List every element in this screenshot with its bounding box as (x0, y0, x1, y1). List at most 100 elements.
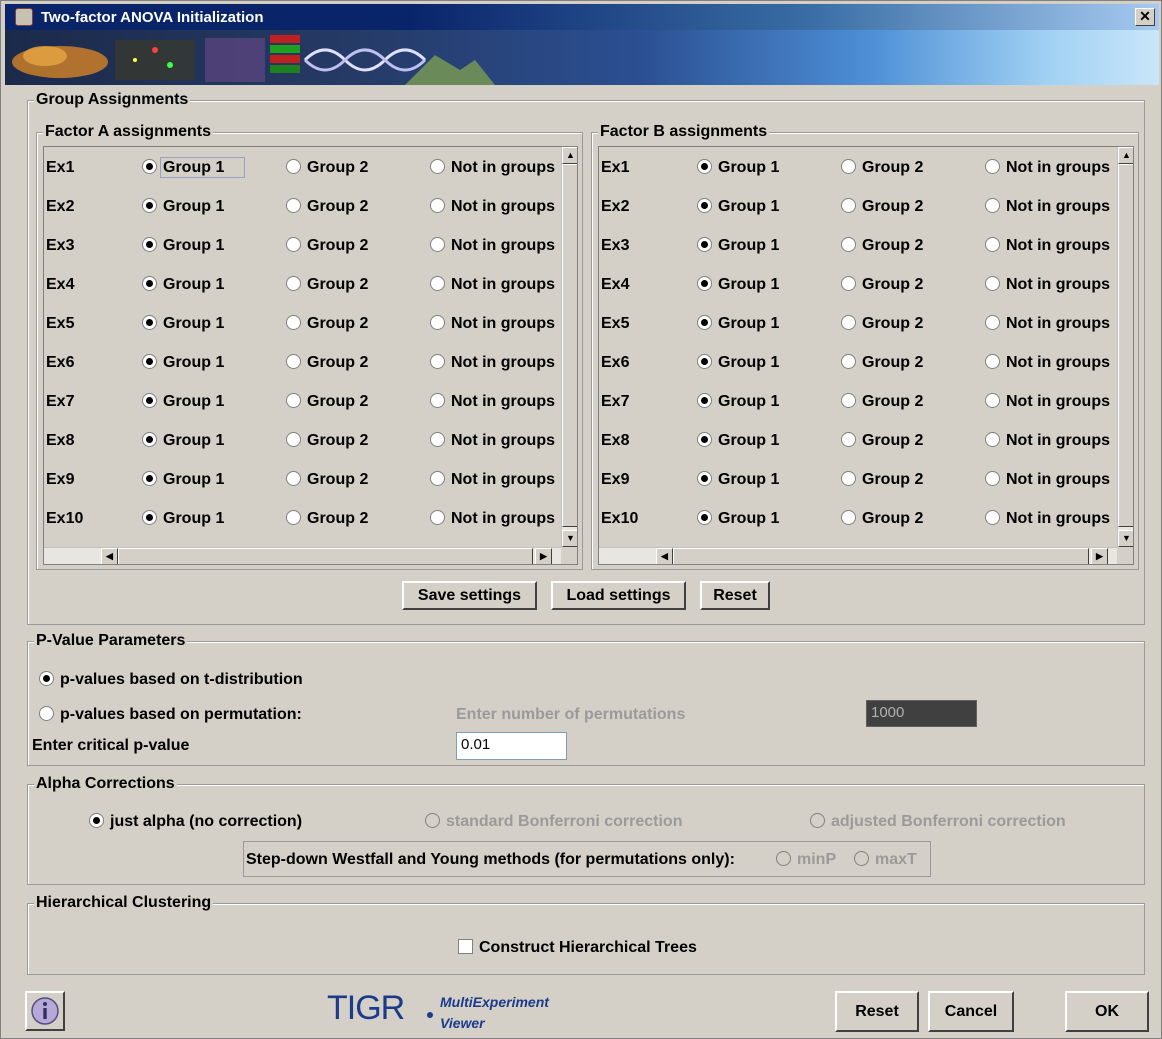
group-2-radio[interactable] (841, 510, 856, 525)
reset-groups-button[interactable]: Reset (700, 581, 770, 610)
factor-b-vertical-scrollbar[interactable]: ▲ ▼ (1117, 147, 1133, 547)
group-1-radio[interactable] (697, 510, 712, 525)
group-2-radio[interactable] (841, 276, 856, 291)
adjusted-bonferroni-option[interactable]: adjusted Bonferroni correction (810, 813, 1066, 831)
group-1-radio[interactable] (142, 237, 157, 252)
not-in-groups-radio[interactable] (985, 393, 1000, 408)
scroll-left-button[interactable]: ◀ (101, 548, 118, 564)
close-button[interactable]: ✕ (1135, 8, 1155, 26)
group-2-option[interactable]: Group 2 (286, 276, 368, 294)
group-2-radio[interactable] (841, 393, 856, 408)
group-2-radio[interactable] (841, 315, 856, 330)
factor-a-vertical-scrollbar[interactable]: ▲ ▼ (561, 147, 577, 547)
group-2-radio[interactable] (286, 237, 301, 252)
group-1-radio[interactable] (697, 237, 712, 252)
standard-bonferroni-radio[interactable] (425, 813, 440, 828)
factor-a-horizontal-scrollbar[interactable]: ◀ ▶ (44, 547, 561, 564)
permutation-radio[interactable] (39, 706, 54, 721)
group-2-option[interactable]: Group 2 (841, 471, 923, 489)
group-1-radio[interactable] (142, 510, 157, 525)
construct-trees-option[interactable]: Construct Hierarchical Trees (458, 939, 697, 957)
reset-button[interactable]: Reset (835, 991, 919, 1032)
group-1-option[interactable]: Group 1 (142, 393, 224, 411)
not-in-groups-radio[interactable] (430, 510, 445, 525)
adjusted-bonferroni-radio[interactable] (810, 813, 825, 828)
group-1-option[interactable]: Group 1 (142, 471, 224, 489)
group-1-option[interactable]: Group 1 (697, 432, 779, 450)
not-in-groups-radio[interactable] (985, 159, 1000, 174)
not-in-groups-radio[interactable] (985, 510, 1000, 525)
group-2-option[interactable]: Group 2 (841, 237, 923, 255)
group-2-option[interactable]: Group 2 (286, 510, 368, 528)
group-2-option[interactable]: Group 2 (286, 471, 368, 489)
group-1-option[interactable]: Group 1 (142, 432, 224, 450)
group-2-radio[interactable] (286, 354, 301, 369)
group-2-radio[interactable] (286, 510, 301, 525)
horizontal-scroll-thumb[interactable] (673, 548, 1089, 564)
group-1-option[interactable]: Group 1 (142, 157, 246, 178)
group-2-option[interactable]: Group 2 (286, 159, 368, 177)
group-2-radio[interactable] (286, 315, 301, 330)
group-2-option[interactable]: Group 2 (841, 354, 923, 372)
not-in-groups-radio[interactable] (985, 198, 1000, 213)
group-2-radio[interactable] (286, 432, 301, 447)
minp-option[interactable]: minP (776, 851, 836, 869)
t-distribution-radio[interactable] (39, 671, 54, 686)
group-1-radio[interactable] (697, 432, 712, 447)
group-2-radio[interactable] (841, 159, 856, 174)
not-in-groups-radio[interactable] (430, 432, 445, 447)
not-in-groups-option[interactable]: Not in groups (985, 471, 1110, 489)
not-in-groups-option[interactable]: Not in groups (430, 198, 555, 216)
not-in-groups-radio[interactable] (985, 471, 1000, 486)
not-in-groups-option[interactable]: Not in groups (430, 276, 555, 294)
maxt-option[interactable]: maxT (854, 851, 917, 869)
not-in-groups-radio[interactable] (430, 237, 445, 252)
group-1-radio[interactable] (697, 198, 712, 213)
group-1-radio[interactable] (142, 159, 157, 174)
not-in-groups-option[interactable]: Not in groups (430, 510, 555, 528)
standard-bonferroni-option[interactable]: standard Bonferroni correction (425, 813, 682, 831)
not-in-groups-radio[interactable] (430, 276, 445, 291)
group-2-option[interactable]: Group 2 (286, 393, 368, 411)
not-in-groups-option[interactable]: Not in groups (985, 198, 1110, 216)
not-in-groups-radio[interactable] (430, 393, 445, 408)
info-button[interactable] (25, 991, 65, 1031)
group-2-option[interactable]: Group 2 (841, 393, 923, 411)
group-1-radio[interactable] (142, 393, 157, 408)
group-2-radio[interactable] (286, 471, 301, 486)
not-in-groups-option[interactable]: Not in groups (985, 510, 1110, 528)
group-2-option[interactable]: Group 2 (841, 276, 923, 294)
group-2-option[interactable]: Group 2 (286, 315, 368, 333)
not-in-groups-option[interactable]: Not in groups (985, 315, 1110, 333)
not-in-groups-radio[interactable] (985, 432, 1000, 447)
horizontal-scroll-thumb[interactable] (118, 548, 533, 564)
group-1-option[interactable]: Group 1 (697, 510, 779, 528)
not-in-groups-option[interactable]: Not in groups (985, 354, 1110, 372)
group-1-radio[interactable] (142, 432, 157, 447)
not-in-groups-option[interactable]: Not in groups (430, 315, 555, 333)
group-2-option[interactable]: Group 2 (286, 237, 368, 255)
not-in-groups-option[interactable]: Not in groups (985, 432, 1110, 450)
not-in-groups-option[interactable]: Not in groups (430, 471, 555, 489)
group-2-option[interactable]: Group 2 (841, 315, 923, 333)
not-in-groups-radio[interactable] (430, 198, 445, 213)
group-1-radio[interactable] (142, 276, 157, 291)
not-in-groups-radio[interactable] (430, 159, 445, 174)
group-2-option[interactable]: Group 2 (286, 354, 368, 372)
ok-button[interactable]: OK (1065, 991, 1149, 1032)
group-2-option[interactable]: Group 2 (841, 510, 923, 528)
permutation-option[interactable]: p-values based on permutation: (39, 706, 302, 724)
group-1-radio[interactable] (697, 354, 712, 369)
scroll-right-button[interactable]: ▶ (1091, 548, 1108, 564)
critical-p-value-field[interactable]: 0.01 (456, 732, 567, 760)
cancel-button[interactable]: Cancel (928, 991, 1014, 1032)
group-1-radio[interactable] (697, 471, 712, 486)
scroll-down-button[interactable]: ▼ (1118, 530, 1133, 547)
not-in-groups-option[interactable]: Not in groups (985, 393, 1110, 411)
scroll-up-button[interactable]: ▲ (562, 147, 577, 164)
not-in-groups-option[interactable]: Not in groups (430, 159, 555, 177)
group-2-radio[interactable] (841, 198, 856, 213)
group-1-option[interactable]: Group 1 (697, 276, 779, 294)
t-distribution-option[interactable]: p-values based on t-distribution (39, 671, 303, 689)
group-1-option[interactable]: Group 1 (142, 354, 224, 372)
